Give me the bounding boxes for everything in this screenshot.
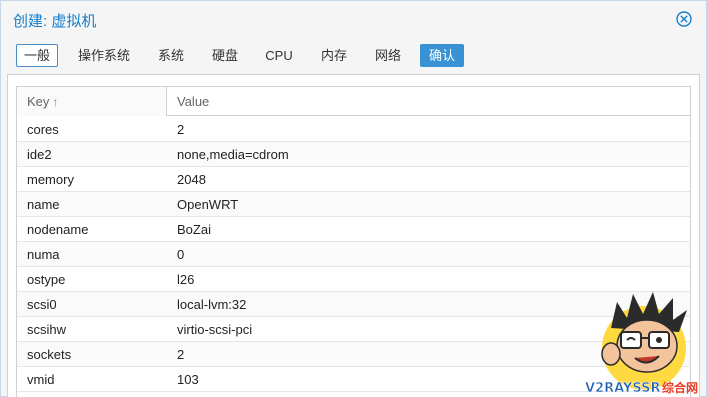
row-key: nodename <box>27 222 89 237</box>
dialog-titlebar: 创建: 虚拟机 <box>1 1 706 37</box>
svg-text:综合网: 综合网 <box>662 380 698 395</box>
table-row[interactable]: name OpenWRT <box>17 192 690 217</box>
row-key: scsihw <box>27 322 67 337</box>
row-value: 0 <box>177 247 185 262</box>
column-header-value[interactable]: Value <box>167 87 690 116</box>
site-watermark-logo: V2RAYSSR 综合网 <box>585 292 698 396</box>
tab-system[interactable]: 系统 <box>152 44 190 67</box>
tab-network[interactable]: 网络 <box>369 44 407 67</box>
tab-confirm[interactable]: 确认 <box>420 44 464 67</box>
table-row[interactable]: cores 2 <box>17 117 690 142</box>
column-header-key[interactable]: Key ↑ <box>17 87 167 116</box>
row-key: vmid <box>27 372 55 387</box>
tab-disk[interactable]: 硬盘 <box>206 44 244 67</box>
create-vm-dialog: 创建: 虚拟机 一般 操作系统 系统 硬盘 CPU 内存 网络 确认 Key ↑ … <box>0 0 707 397</box>
row-value: 2 <box>177 122 185 137</box>
row-value: BoZai <box>177 222 211 237</box>
row-key: scsi0 <box>27 297 57 312</box>
table-row[interactable]: numa 0 <box>17 242 690 267</box>
row-value: 2048 <box>177 172 206 187</box>
column-header-key-label: Key <box>27 94 50 109</box>
tab-general[interactable]: 一般 <box>16 44 58 67</box>
row-key: memory <box>27 172 74 187</box>
tab-cpu[interactable]: CPU <box>259 44 299 67</box>
row-key: ide2 <box>27 147 52 162</box>
dialog-title: 创建: 虚拟机 <box>13 13 97 30</box>
grid-header: Key ↑ Value <box>17 87 690 116</box>
row-value: OpenWRT <box>177 197 239 212</box>
close-icon[interactable] <box>676 11 692 27</box>
tab-os[interactable]: 操作系统 <box>72 44 136 67</box>
row-value: none,media=cdrom <box>177 147 289 162</box>
wizard-tab-bar: 一般 操作系统 系统 硬盘 CPU 内存 网络 确认 <box>1 39 706 71</box>
arrow-up-icon: ↑ <box>52 95 59 109</box>
svg-text:V2RAYSSR: V2RAYSSR <box>585 381 661 396</box>
row-key: name <box>27 197 60 212</box>
table-row[interactable]: ide2 none,media=cdrom <box>17 142 690 167</box>
row-key: numa <box>27 247 60 262</box>
row-key: ostype <box>27 272 66 287</box>
table-row[interactable]: nodename BoZai <box>17 217 690 242</box>
tab-memory[interactable]: 内存 <box>315 44 353 67</box>
row-key: cores <box>27 122 59 137</box>
row-key: sockets <box>27 347 72 362</box>
table-row[interactable]: memory 2048 <box>17 167 690 192</box>
